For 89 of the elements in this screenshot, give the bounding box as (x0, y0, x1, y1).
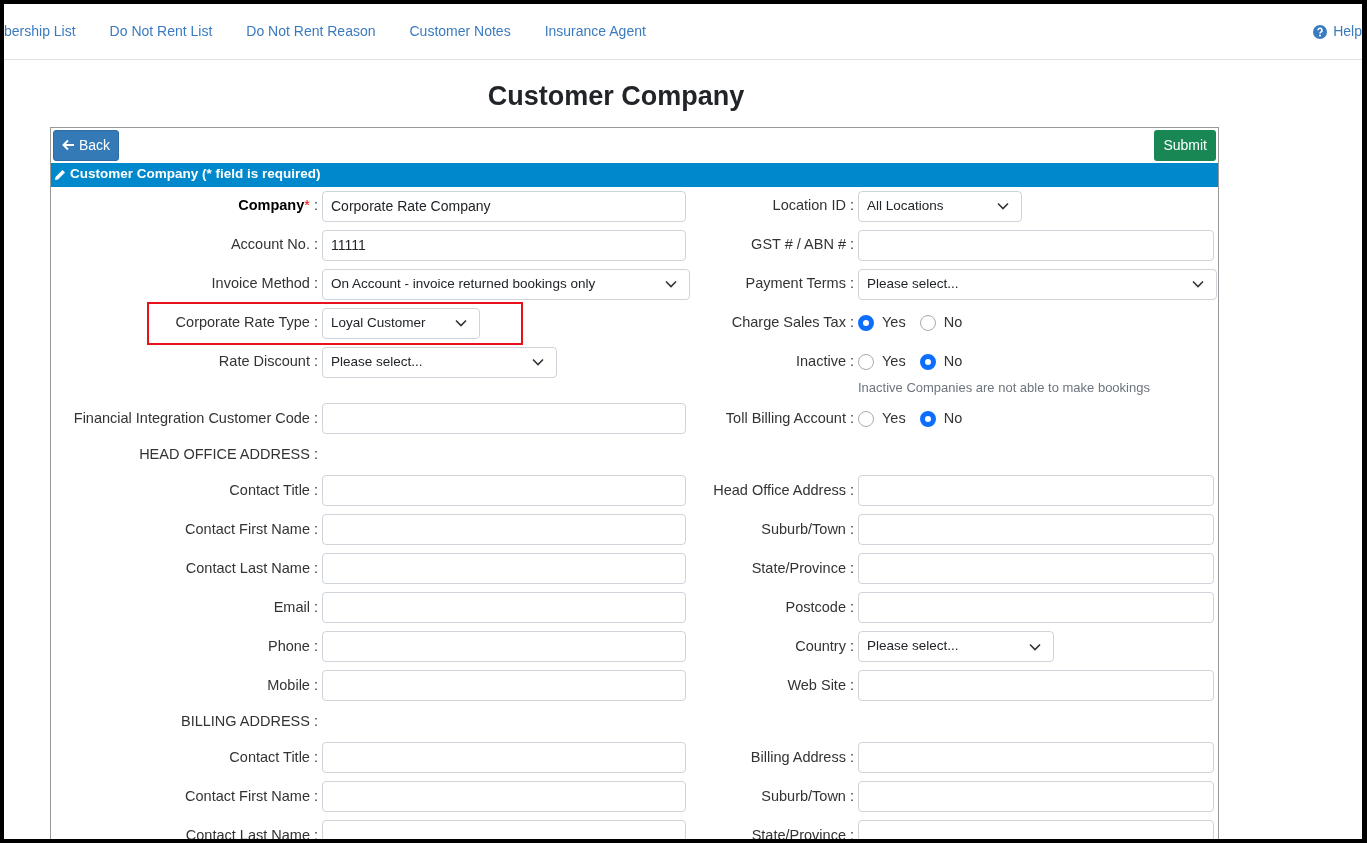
nav-link[interactable]: bership List (4, 21, 76, 42)
chevron-down-icon (665, 280, 677, 288)
help-icon (1313, 24, 1328, 39)
help-text: Inactive Companies are not able to make bookings (857, 378, 1151, 397)
field-label: Mobile : (266, 675, 318, 695)
field-label: Contact Last Name : (184, 558, 318, 578)
field-label: Contact First Name : (184, 786, 318, 806)
back-button[interactable]: Back (53, 129, 120, 161)
text-field[interactable] (858, 592, 1214, 623)
submit-button[interactable]: Submit (1154, 129, 1216, 161)
field-label: Corporate Rate Type : (174, 313, 318, 333)
select-field[interactable]: On Account - invoice returned bookings only (322, 268, 690, 300)
field-label: Web Site : (786, 675, 854, 695)
text-field[interactable] (858, 514, 1214, 545)
radio-button[interactable] (858, 354, 874, 370)
radio-button[interactable] (919, 410, 936, 427)
text-field[interactable] (322, 403, 686, 434)
text-field[interactable]: Corporate Rate Company (322, 190, 686, 222)
chevron-down-icon (455, 319, 467, 327)
radio-label: Yes (882, 408, 906, 428)
text-field[interactable] (858, 781, 1214, 812)
text-field[interactable] (322, 781, 686, 812)
select-field[interactable]: Please select... (322, 346, 557, 378)
field-label: Suburb/Town : (760, 519, 854, 539)
field-label: Suburb/Town : (760, 786, 854, 806)
text-field[interactable] (322, 670, 686, 701)
text-field[interactable] (322, 475, 686, 506)
page-title: Customer Company (487, 80, 745, 113)
field-label: Contact Title : (228, 480, 318, 500)
chevron-down-icon (1029, 642, 1041, 651)
field-label: Phone : (267, 636, 318, 656)
text-field[interactable] (322, 514, 686, 545)
field-label: Financial Integration Customer Code : (72, 408, 318, 428)
radio-label: No (943, 408, 963, 428)
section-title: Customer Company (* field is required) (70, 165, 321, 184)
text-field[interactable] (858, 229, 1214, 261)
text-field[interactable]: 11111 (322, 229, 686, 261)
chevron-down-icon (1192, 280, 1204, 288)
field-label: Invoice Method : (210, 274, 318, 294)
text-field[interactable] (858, 670, 1214, 701)
field-label: Contact Title : (228, 747, 318, 767)
radio-button[interactable] (919, 315, 936, 331)
chevron-down-icon (532, 358, 544, 366)
field-label: Company* : (237, 196, 318, 216)
text-field[interactable] (322, 742, 686, 773)
section-label: HEAD OFFICE ADDRESS : (138, 444, 318, 464)
field-label: Contact First Name : (184, 519, 318, 539)
field-label: State/Province : (750, 558, 854, 578)
radio-label: No (943, 352, 963, 372)
text-field[interactable] (322, 631, 686, 662)
radio-button[interactable] (919, 354, 936, 370)
nav-link[interactable]: Customer Notes (409, 21, 511, 42)
field-label: Toll Billing Account : (724, 408, 854, 428)
radio-label: Yes (882, 352, 906, 372)
help-link[interactable]: Help (1333, 21, 1362, 42)
field-label: State/Province : (750, 825, 854, 839)
field-label: Contact Last Name : (184, 825, 318, 839)
field-label: Account No. : (229, 235, 318, 255)
field-label: Head Office Address : (712, 480, 854, 500)
section-label: BILLING ADDRESS : (180, 711, 318, 731)
field-label: Inactive : (794, 352, 854, 372)
radio-button[interactable] (858, 410, 874, 427)
text-field[interactable] (858, 475, 1214, 506)
text-field[interactable] (322, 553, 686, 584)
radio-button[interactable] (858, 315, 874, 331)
nav-link[interactable]: Do Not Rent Reason (246, 21, 376, 42)
field-label: Email : (272, 597, 318, 617)
arrow-left-icon (62, 139, 75, 151)
field-label: Postcode : (784, 597, 854, 617)
radio-label: Yes (882, 313, 906, 333)
nav-link[interactable]: Insurance Agent (544, 21, 646, 42)
select-field[interactable]: Please select... (858, 631, 1054, 662)
field-label: Payment Terms : (744, 274, 854, 294)
nav-link[interactable]: Do Not Rent List (109, 21, 213, 42)
field-label: Rate Discount : (217, 352, 318, 372)
field-label: Location ID : (771, 196, 854, 216)
radio-label: No (943, 313, 963, 333)
chevron-down-icon (997, 202, 1009, 210)
select-field[interactable]: All Locations (858, 190, 1022, 222)
field-label: Billing Address : (749, 747, 854, 767)
field-label: Country : (794, 636, 854, 656)
select-field[interactable]: Loyal Customer (322, 307, 480, 339)
text-field[interactable] (322, 592, 686, 623)
text-field[interactable] (858, 553, 1214, 584)
pencil-icon (54, 168, 66, 181)
text-field[interactable] (858, 742, 1214, 773)
select-field[interactable]: Please select... (858, 268, 1217, 300)
field-label: Charge Sales Tax : (730, 313, 854, 333)
field-label: GST # / ABN # : (750, 235, 854, 255)
